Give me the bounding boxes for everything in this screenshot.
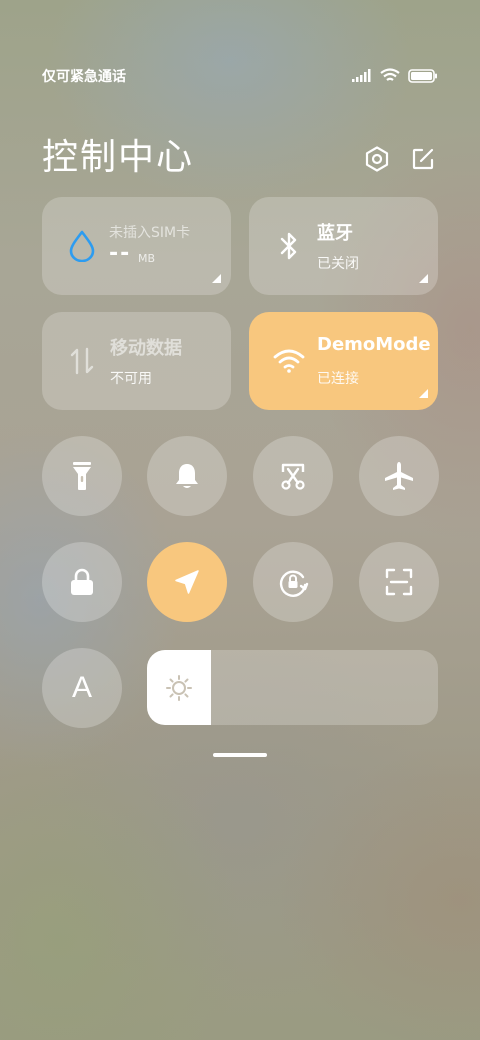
data-usage-tile[interactable]: 未插入SIM卡 -- MB [42,197,231,295]
brightness-slider[interactable] [147,650,438,725]
mobile-data-tile[interactable]: 移动数据 不可用 [42,312,231,410]
battery-icon [408,68,437,83]
data-usage-unit: MB [138,252,156,265]
settings-icon[interactable] [364,146,390,172]
page-title: 控制中心 [42,137,195,178]
data-usage-value: -- [109,241,132,266]
brightness-fill [147,650,212,725]
flashlight-icon [73,462,91,490]
bluetooth-title: 蓝牙 [317,223,353,244]
bluetooth-status: 已关闭 [317,256,359,272]
bell-icon [176,464,198,488]
mobile-data-status: 不可用 [110,371,152,387]
auto-brightness-button[interactable]: A [42,648,122,728]
screenshot-icon [281,463,305,490]
location-toggle[interactable] [147,542,227,622]
wifi-status: 已连接 [317,371,359,387]
auto-brightness-label: A [71,671,92,704]
rotation-lock-icon [279,570,309,597]
airplane-toggle[interactable] [359,436,439,516]
bluetooth-tile[interactable]: 蓝牙 已关闭 [249,197,438,295]
status-bar: 仅可紧急通话 [42,66,438,86]
wifi-tile[interactable]: DemoMode 已连接 [249,312,438,410]
wifi-icon [380,68,400,81]
bluetooth-icon [273,230,305,262]
status-icons [352,68,438,83]
expand-corner-icon [212,274,221,283]
edit-icon[interactable] [410,146,436,172]
carrier-label: 仅可紧急通话 [42,69,126,85]
signal-icon [352,69,371,82]
wifi-icon [273,345,305,377]
water-drop-icon [66,230,98,262]
airplane-icon [385,462,413,490]
scan-icon [385,568,413,596]
lock-screen-toggle[interactable] [42,542,122,622]
mobile-data-icon [66,345,98,377]
expand-corner-icon [419,274,428,283]
lock-icon [71,568,93,595]
silent-toggle[interactable] [147,436,227,516]
drag-handle[interactable] [213,753,267,757]
screenshot-toggle[interactable] [253,436,333,516]
rotation-lock-toggle[interactable] [253,542,333,622]
location-icon [175,570,199,594]
mobile-data-title: 移动数据 [110,338,182,359]
sun-icon [166,674,192,701]
scanner-toggle[interactable] [359,542,439,622]
sim-status-label: 未插入SIM卡 [109,225,191,241]
flashlight-toggle[interactable] [42,436,122,516]
expand-corner-icon [419,389,428,398]
wifi-network-name: DemoMode [317,334,431,355]
